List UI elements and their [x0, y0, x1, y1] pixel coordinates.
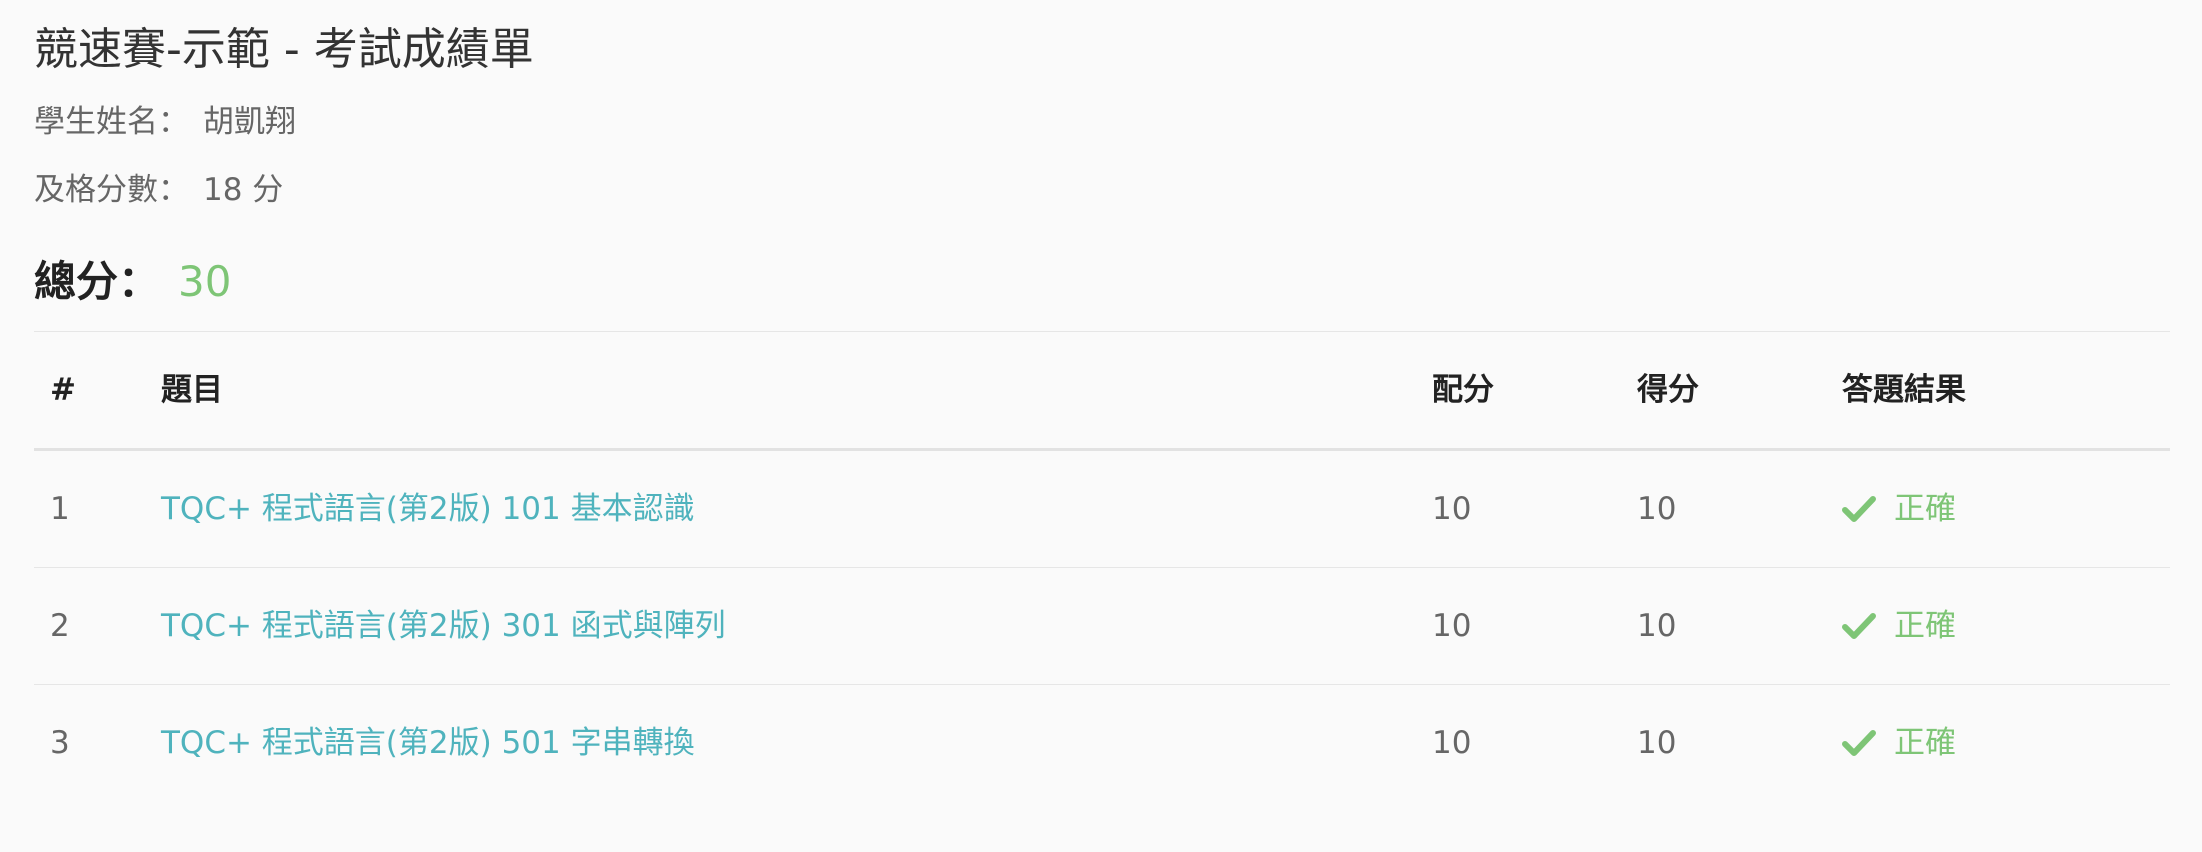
result-cell: 正確 — [1842, 487, 1956, 531]
pass-score-value: 18 分 — [203, 172, 284, 208]
check-icon — [1842, 496, 1876, 522]
question-link[interactable]: TQC+ 程式語言(第2版) 101 基本認識 — [161, 491, 695, 527]
page-title: 競速賽-示範 - 考試成績單 — [34, 24, 534, 75]
header-number: # — [50, 372, 76, 408]
result-cell: 正確 — [1842, 604, 1956, 648]
check-icon — [1842, 613, 1876, 639]
result-label: 正確 — [1894, 608, 1956, 644]
row-number: 1 — [50, 491, 70, 527]
results-table: # 題目 配分 得分 答題結果 1 TQC+ 程式語言(第2版) 101 基本認… — [34, 332, 2170, 801]
header-title: 題目 — [161, 372, 223, 408]
question-cell: TQC+ 程式語言(第2版) 301 函式與陣列 — [161, 604, 726, 648]
total-score-label: 總分： — [34, 257, 161, 306]
row-number: 2 — [50, 608, 70, 644]
header-result: 答題結果 — [1842, 372, 1966, 408]
student-name-line: 學生姓名： 胡凱翔 — [34, 102, 296, 142]
pass-score-label: 及格分數： — [34, 172, 189, 208]
table-row: 1 TQC+ 程式語言(第2版) 101 基本認識 10 10 正確 — [34, 451, 2170, 568]
result-label: 正確 — [1894, 491, 1956, 527]
question-cell: TQC+ 程式語言(第2版) 501 字串轉換 — [161, 721, 695, 765]
result-label: 正確 — [1894, 725, 1956, 761]
header-score: 得分 — [1637, 372, 1699, 408]
score-cell: 10 — [1637, 608, 1677, 644]
result-cell: 正確 — [1842, 721, 1956, 765]
question-link[interactable]: TQC+ 程式語言(第2版) 301 函式與陣列 — [161, 608, 726, 644]
student-name-label: 學生姓名： — [34, 104, 189, 140]
max-score-cell: 10 — [1432, 491, 1472, 527]
total-score-value: 30 — [178, 257, 232, 306]
max-score-cell: 10 — [1432, 725, 1472, 761]
question-cell: TQC+ 程式語言(第2版) 101 基本認識 — [161, 487, 695, 531]
check-icon — [1842, 730, 1876, 756]
total-score: 總分： 30 — [34, 254, 231, 310]
score-cell: 10 — [1637, 725, 1677, 761]
header-max-score: 配分 — [1432, 372, 1494, 408]
score-cell: 10 — [1637, 491, 1677, 527]
row-number: 3 — [50, 725, 70, 761]
max-score-cell: 10 — [1432, 608, 1472, 644]
table-row: 2 TQC+ 程式語言(第2版) 301 函式與陣列 10 10 正確 — [34, 568, 2170, 685]
table-header: # 題目 配分 得分 答題結果 — [34, 332, 2170, 451]
question-link[interactable]: TQC+ 程式語言(第2版) 501 字串轉換 — [161, 725, 695, 761]
student-name-value: 胡凱翔 — [203, 104, 296, 140]
table-row: 3 TQC+ 程式語言(第2版) 501 字串轉換 10 10 正確 — [34, 685, 2170, 801]
pass-score-line: 及格分數： 18 分 — [34, 170, 283, 210]
